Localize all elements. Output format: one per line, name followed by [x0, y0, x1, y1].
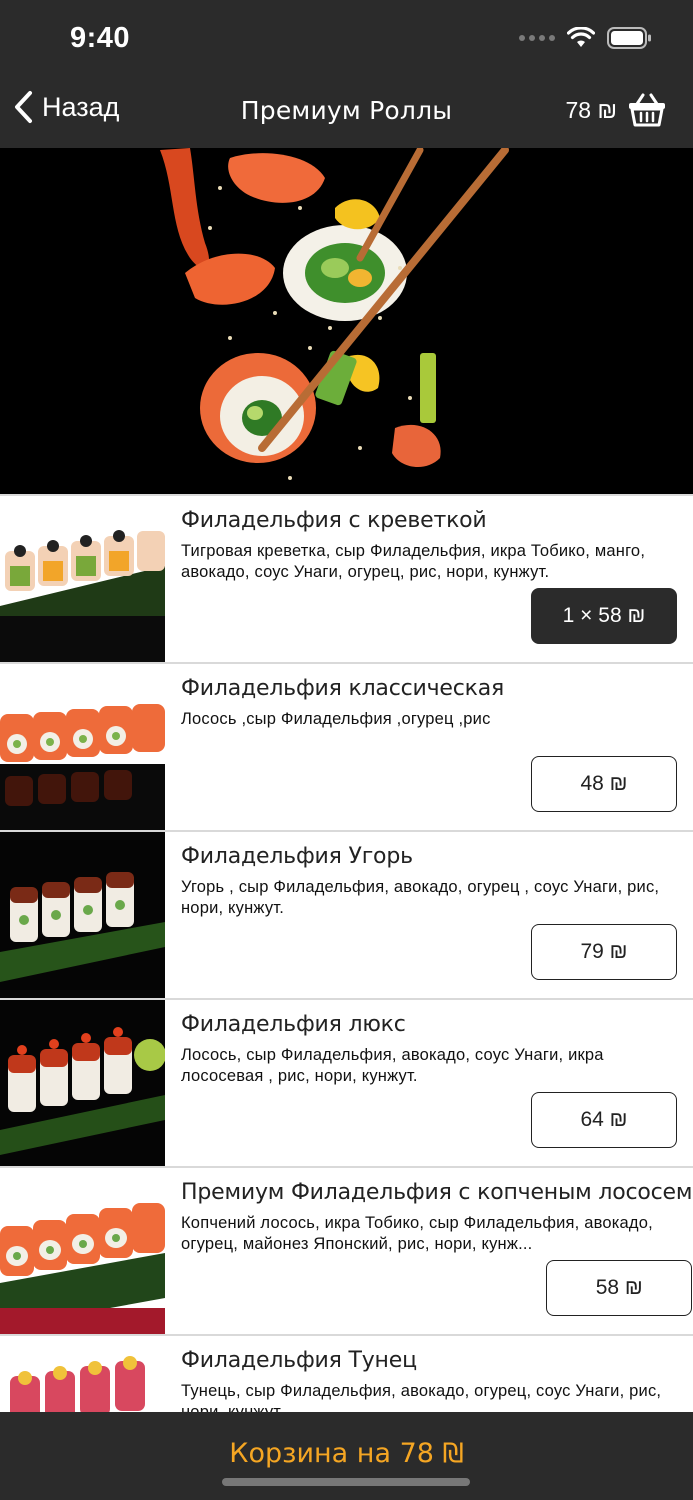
- product-image: [0, 1336, 165, 1412]
- status-time: 9:40: [70, 22, 131, 54]
- price-button[interactable]: 48 ₪: [531, 756, 677, 812]
- price-button[interactable]: 64 ₪: [531, 1092, 677, 1148]
- sushi-hero-illustration: [0, 148, 693, 494]
- product-name: Филадельфия Тунец: [181, 1348, 417, 1373]
- product-description: Копчений лосось, икра Тобико, сыр Филаде…: [181, 1214, 653, 1253]
- product-name: Филадельфия классическая: [181, 676, 505, 701]
- product-description: Лосось, сыр Филадельфия, авокадо, соус У…: [181, 1046, 604, 1085]
- product-description: Тигровая креветка, сыр Филадельфия, икра…: [181, 542, 646, 581]
- list-item[interactable]: Филадельфия Тунец Тунець, сыр Филадельфи…: [0, 1334, 693, 1412]
- product-image: [0, 496, 165, 662]
- top-bar: 9:40 Назад Премиум Роллы 78 ₪: [0, 0, 693, 148]
- list-item[interactable]: Премиум Филадельфия с копченым лососем К…: [0, 1166, 693, 1334]
- cellular-signal-icon: [519, 35, 555, 41]
- price-button[interactable]: 58 ₪: [546, 1260, 693, 1316]
- cart-button[interactable]: 78 ₪: [565, 92, 667, 128]
- price-button[interactable]: 1 × 58 ₪: [531, 588, 677, 644]
- product-image: [0, 664, 165, 830]
- product-name: Филадельфия с креветкой: [181, 508, 487, 533]
- wifi-icon: [567, 27, 595, 47]
- product-name: Премиум Филадельфия с копченым лососем: [181, 1180, 693, 1205]
- product-description: Тунець, сыр Филадельфия, авокадо, огурец…: [181, 1382, 662, 1412]
- cart-amount: 78 ₪: [565, 96, 617, 123]
- bottom-bar: Корзина на 78 ₪: [0, 1412, 693, 1500]
- product-image: [0, 1168, 165, 1334]
- product-description: Лосось ,сыр Филадельфия ,огурец ,рис: [181, 710, 491, 728]
- product-image: [0, 1000, 165, 1166]
- list-item[interactable]: Филадельфия с креветкой Тигровая креветк…: [0, 494, 693, 662]
- basket-icon: [629, 93, 665, 127]
- product-list[interactable]: Филадельфия с креветкой Тигровая креветк…: [0, 494, 693, 1412]
- price-button[interactable]: 79 ₪: [531, 924, 677, 980]
- list-item[interactable]: Филадельфия люкс Лосось, сыр Филадельфия…: [0, 998, 693, 1166]
- product-image: [0, 832, 165, 998]
- product-name: Филадельфия Угорь: [181, 844, 413, 869]
- cart-total-button[interactable]: Корзина на 78 ₪: [0, 1438, 693, 1469]
- navigation-bar: Назад Премиум Роллы 78 ₪: [0, 78, 693, 148]
- product-name: Филадельфия люкс: [181, 1012, 406, 1037]
- status-icons: [519, 26, 653, 50]
- battery-icon: [607, 27, 651, 49]
- hero-image: [0, 148, 693, 494]
- product-description: Угорь , сыр Филадельфия, авокадо, огурец…: [181, 878, 660, 917]
- list-item[interactable]: Филадельфия Угорь Угорь , сыр Филадельфи…: [0, 830, 693, 998]
- home-indicator: [222, 1478, 470, 1486]
- list-item[interactable]: Филадельфия классическая Лосось ,сыр Фил…: [0, 662, 693, 830]
